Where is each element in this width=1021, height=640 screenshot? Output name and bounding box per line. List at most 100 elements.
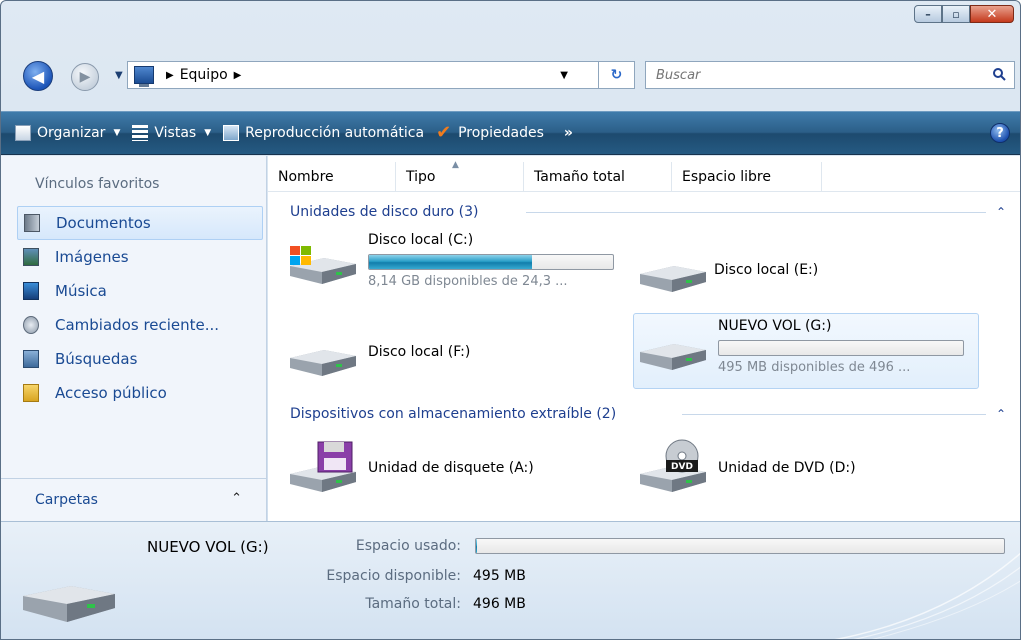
group-divider bbox=[682, 414, 986, 415]
drive-name: Disco local (C:) bbox=[368, 232, 474, 248]
public-folder-icon bbox=[23, 384, 39, 402]
drive-usage-fill bbox=[369, 255, 533, 269]
search-box[interactable] bbox=[645, 61, 1015, 89]
drive-usage-bar bbox=[718, 340, 964, 356]
autoplay-icon bbox=[223, 125, 240, 141]
drive-name: NUEVO VOL (G:) bbox=[718, 318, 832, 334]
svg-text:DVD: DVD bbox=[671, 462, 693, 472]
refresh-icon: ↻ bbox=[610, 67, 623, 83]
nav-item-label: Música bbox=[55, 282, 107, 300]
breadcrumb-separator-icon[interactable]: ▶ bbox=[234, 70, 242, 81]
autoplay-label: Reproducción automática bbox=[245, 125, 425, 141]
forward-arrow-icon: ▶ bbox=[79, 69, 91, 85]
nav-item-documentos[interactable]: Documentos bbox=[17, 206, 263, 240]
drive-name: Unidad de DVD (D:) bbox=[718, 460, 856, 476]
refresh-button[interactable]: ↻ bbox=[599, 61, 635, 89]
caption-buttons: – ▫ ✕ bbox=[914, 5, 1014, 23]
breadcrumb-separator-icon[interactable]: ▶ bbox=[166, 70, 174, 81]
pictures-icon bbox=[23, 248, 39, 266]
drive-g[interactable]: NUEVO VOL (G:) 495 MB disponibles de 496… bbox=[633, 313, 979, 389]
autoplay-button[interactable]: Reproducción automática bbox=[223, 125, 424, 141]
breadcrumb-equipo[interactable]: Equipo bbox=[180, 67, 228, 83]
column-label: Tipo bbox=[406, 169, 436, 185]
drive-free-space: 495 MB disponibles de 496 ... bbox=[718, 360, 911, 375]
group-header-hard-disks[interactable]: Unidades de disco duro (3) bbox=[290, 202, 479, 222]
sort-up-icon: ▲ bbox=[452, 160, 459, 170]
documents-icon bbox=[24, 214, 40, 232]
column-tamano-total[interactable]: Tamaño total bbox=[524, 162, 672, 192]
command-toolbar: Organizar ▼ Vistas ▼ Reproducción automá… bbox=[1, 111, 1020, 155]
folders-label: Carpetas bbox=[35, 491, 98, 508]
folders-toggle[interactable]: Carpetas ⌃ bbox=[1, 478, 266, 520]
column-headers: Nombre Tipo ▲ Tamaño total Espacio libre bbox=[268, 160, 1020, 192]
column-espacio-libre[interactable]: Espacio libre bbox=[672, 162, 822, 192]
views-button[interactable]: Vistas ▼ bbox=[132, 125, 211, 141]
chevron-down-icon: ▼ bbox=[204, 128, 212, 138]
explorer-window: – ▫ ✕ ◀ ▶ ▼ ▶ Equipo ▶ ▼ ↻ Organizar ▼ V… bbox=[0, 0, 1021, 640]
total-size-label: Tamaño total: bbox=[365, 596, 461, 612]
views-label: Vistas bbox=[154, 125, 197, 141]
organize-icon bbox=[15, 125, 31, 141]
collapse-group-icon[interactable]: ⌃ bbox=[996, 205, 1006, 219]
collapse-group-icon[interactable]: ⌃ bbox=[996, 407, 1006, 421]
address-bar[interactable]: ▶ Equipo ▶ ▼ bbox=[127, 61, 599, 89]
details-usage-fill bbox=[476, 539, 478, 553]
minimize-icon: – bbox=[925, 7, 931, 21]
hard-disk-icon bbox=[284, 332, 362, 388]
maximize-button[interactable]: ▫ bbox=[942, 5, 970, 23]
nav-item-cambiados[interactable]: Cambiados reciente... bbox=[17, 308, 263, 342]
available-space-label: Espacio disponible: bbox=[326, 568, 461, 584]
nav-item-label: Cambiados reciente... bbox=[55, 316, 220, 334]
nav-item-label: Acceso público bbox=[55, 384, 167, 402]
chevron-down-icon: ▼ bbox=[113, 128, 121, 138]
floppy-drive-icon bbox=[284, 438, 362, 494]
drive-f[interactable]: Disco local (F:) bbox=[284, 332, 624, 388]
help-button[interactable]: ? bbox=[990, 123, 1010, 143]
decorative-swoosh bbox=[834, 552, 1020, 639]
more-commands-button[interactable]: » bbox=[564, 125, 573, 141]
organize-button[interactable]: Organizar ▼ bbox=[15, 125, 120, 141]
minimize-button[interactable]: – bbox=[914, 5, 942, 23]
favorites-title: Vínculos favoritos bbox=[35, 176, 160, 192]
group-header-removable[interactable]: Dispositivos con almacenamiento extraíbl… bbox=[290, 404, 616, 424]
forward-button[interactable]: ▶ bbox=[71, 63, 99, 91]
dvd-drive-icon: DVD bbox=[634, 438, 712, 494]
properties-label: Propiedades bbox=[458, 125, 544, 141]
views-icon bbox=[132, 125, 149, 141]
organize-label: Organizar bbox=[37, 125, 106, 141]
total-size-value: 496 MB bbox=[473, 596, 526, 612]
search-input[interactable] bbox=[656, 67, 976, 83]
back-button[interactable]: ◀ bbox=[23, 61, 53, 91]
drive-free-space: 8,14 GB disponibles de 24,3 ... bbox=[368, 274, 568, 289]
drive-c[interactable]: Disco local (C:) 8,14 GB disponibles de … bbox=[284, 232, 624, 302]
drive-e[interactable]: Disco local (E:) bbox=[634, 248, 974, 304]
nav-item-acceso-publico[interactable]: Acceso público bbox=[17, 376, 263, 410]
column-nombre[interactable]: Nombre bbox=[268, 162, 396, 192]
recent-pages-dropdown[interactable]: ▼ bbox=[115, 70, 123, 81]
drive-name: Disco local (F:) bbox=[368, 344, 471, 360]
nav-item-label: Imágenes bbox=[55, 248, 129, 266]
recent-icon bbox=[23, 316, 39, 334]
chevron-up-icon: ⌃ bbox=[231, 491, 242, 506]
nav-item-imagenes[interactable]: Imágenes bbox=[17, 240, 263, 274]
drive-name: Unidad de disquete (A:) bbox=[368, 460, 534, 476]
drive-name: Disco local (E:) bbox=[714, 262, 819, 278]
close-button[interactable]: ✕ bbox=[970, 5, 1014, 23]
group-divider bbox=[526, 212, 986, 213]
drive-d[interactable]: DVD Unidad de DVD (D:) bbox=[634, 438, 974, 502]
hard-disk-windows-icon bbox=[284, 232, 362, 288]
searches-icon bbox=[23, 350, 39, 368]
details-pane: NUEVO VOL (G:) Espacio usado: Espacio di… bbox=[1, 521, 1020, 639]
search-icon[interactable] bbox=[992, 67, 1006, 81]
column-tipo[interactable]: Tipo ▲ bbox=[396, 160, 524, 192]
checkmark-icon: ✔ bbox=[436, 122, 452, 143]
drive-a[interactable]: Unidad de disquete (A:) bbox=[284, 438, 624, 502]
help-icon: ? bbox=[996, 125, 1004, 141]
drive-usage-bar bbox=[368, 254, 614, 270]
address-dropdown-icon[interactable]: ▼ bbox=[560, 70, 568, 81]
available-space-value: 495 MB bbox=[473, 568, 526, 584]
favorites-list: Documentos Imágenes Música Cambiados rec… bbox=[17, 206, 263, 410]
nav-item-busquedas[interactable]: Búsquedas bbox=[17, 342, 263, 376]
nav-item-musica[interactable]: Música bbox=[17, 274, 263, 308]
properties-button[interactable]: ✔ Propiedades bbox=[436, 122, 544, 143]
